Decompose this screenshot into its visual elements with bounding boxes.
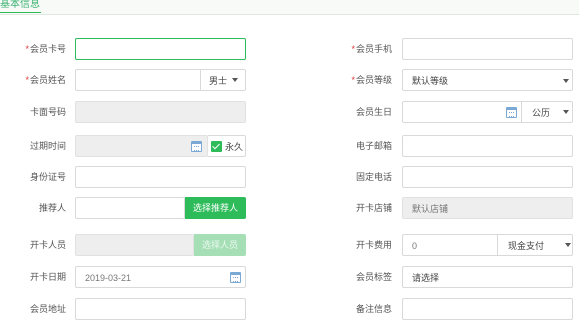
card-code-label: 卡面号码 xyxy=(29,107,66,117)
permanent-checkbox[interactable]: 永久 xyxy=(208,135,246,157)
section-header: 基本信息 xyxy=(0,0,579,15)
card-code-input[interactable] xyxy=(75,101,246,123)
tag-label: 会员标签 xyxy=(355,272,392,282)
address-input[interactable] xyxy=(75,298,246,320)
store-label: 开卡店铺 xyxy=(355,203,392,213)
phone-input[interactable] xyxy=(402,38,573,60)
card-no-label: *会员卡号 xyxy=(25,44,66,54)
remark-input[interactable] xyxy=(402,298,573,320)
permanent-label: 永久 xyxy=(225,142,244,152)
tag-select[interactable]: 请选择 xyxy=(402,266,573,288)
email-input[interactable] xyxy=(402,135,573,157)
address-label: 会员地址 xyxy=(29,304,66,314)
operator-label: 开卡人员 xyxy=(29,240,66,250)
select-referrer-button[interactable]: 选择推荐人 xyxy=(185,197,246,219)
level-value: 默认等级 xyxy=(412,76,449,86)
name-label: *会员姓名 xyxy=(25,75,66,85)
calendar-icon[interactable] xyxy=(191,141,202,152)
gender-select[interactable]: 男士 xyxy=(200,70,238,90)
calendar-type-value: 公历 xyxy=(532,108,551,118)
open-date-value: 2019-03-21 xyxy=(85,273,132,283)
open-date-label: 开卡日期 xyxy=(29,272,66,282)
expire-date-input[interactable] xyxy=(75,135,208,157)
fee-label: 开卡费用 xyxy=(355,240,392,250)
referrer-label: 推荐人 xyxy=(38,203,66,213)
email-label: 电子邮箱 xyxy=(355,141,392,151)
fee-value: 0 xyxy=(412,241,418,251)
remark-label: 备注信息 xyxy=(355,304,392,314)
card-no-input[interactable] xyxy=(75,38,246,60)
id-no-label: 身份证号 xyxy=(29,172,66,182)
tel-input[interactable] xyxy=(402,166,573,188)
calendar-icon[interactable] xyxy=(506,107,517,118)
payment-select[interactable]: 现金支付 xyxy=(497,235,571,255)
expire-label: 过期时间 xyxy=(29,141,66,151)
chevron-down-icon xyxy=(563,79,569,83)
chevron-down-icon xyxy=(232,78,238,82)
name-input[interactable]: 男士 xyxy=(75,69,246,91)
fee-input[interactable]: 0 现金支付 xyxy=(402,234,573,256)
id-no-input[interactable] xyxy=(75,166,246,188)
checkbox-checked-icon xyxy=(211,141,222,152)
birthday-label: 会员生日 xyxy=(355,107,392,117)
referrer-input[interactable] xyxy=(75,197,185,219)
level-select[interactable]: 默认等级 xyxy=(402,69,573,91)
phone-label: *会员手机 xyxy=(351,44,392,54)
open-date-input[interactable]: 2019-03-21 xyxy=(75,266,246,288)
payment-value: 现金支付 xyxy=(508,241,545,251)
store-input[interactable]: 默认店铺 xyxy=(402,197,573,219)
tel-label: 固定电话 xyxy=(355,172,392,182)
operator-input[interactable] xyxy=(75,234,194,256)
calendar-icon[interactable] xyxy=(230,272,241,283)
section-title: 基本信息 xyxy=(0,0,41,13)
gender-value: 男士 xyxy=(209,76,228,86)
store-value: 默认店铺 xyxy=(412,204,449,214)
select-operator-button[interactable]: 选择人员 xyxy=(194,234,246,256)
chevron-down-icon xyxy=(563,110,569,114)
level-label: *会员等级 xyxy=(351,75,392,85)
calendar-type-select[interactable]: 公历 xyxy=(521,102,569,122)
tag-value: 请选择 xyxy=(412,273,440,283)
chevron-down-icon xyxy=(565,243,571,247)
birthday-input[interactable]: 公历 xyxy=(402,101,573,123)
